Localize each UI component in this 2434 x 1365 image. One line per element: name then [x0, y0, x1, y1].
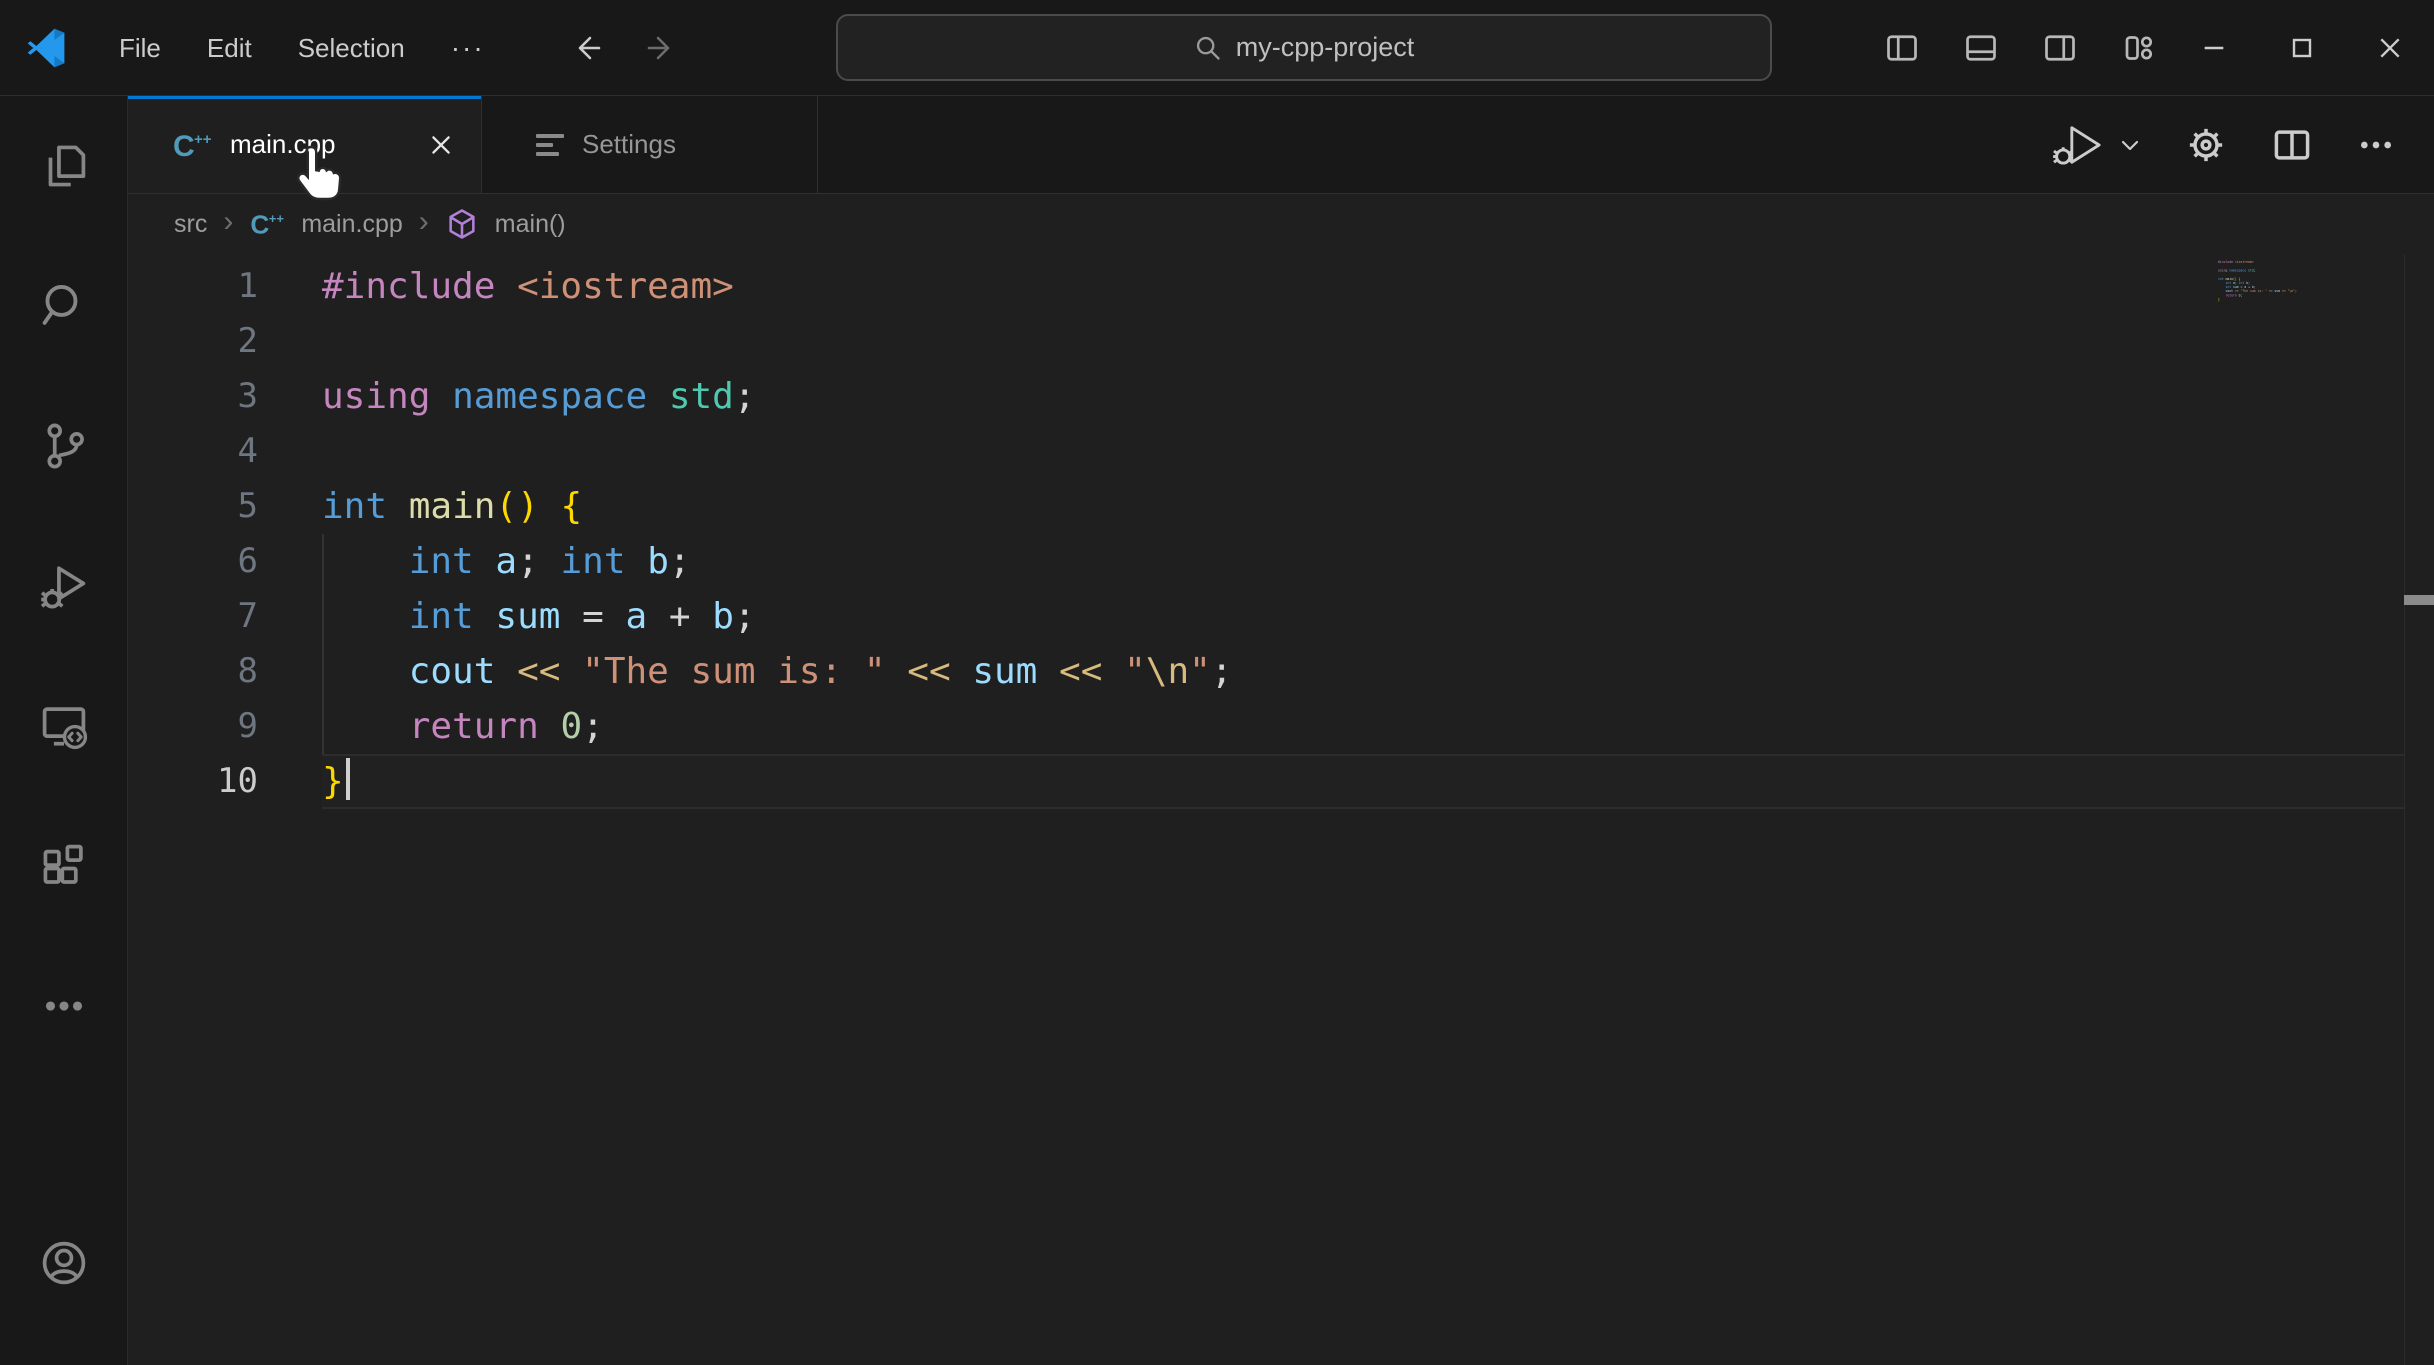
tab-settings[interactable]: Settings — [482, 96, 818, 193]
tab-label: Settings — [582, 129, 676, 159]
search-icon[interactable] — [36, 278, 92, 334]
line-number: 7 — [237, 596, 258, 636]
more-icon[interactable] — [36, 978, 92, 1034]
svg-text:C: C — [251, 210, 270, 238]
settings-list-icon — [536, 133, 564, 156]
tab-label: main.cpp — [230, 129, 336, 159]
tab-bar: C ++ main.cpp Settings — [128, 96, 2434, 194]
menu-overflow-icon[interactable]: ··· — [428, 0, 508, 96]
code-line-6[interactable]: 6 int a; int b; — [128, 534, 2434, 589]
code-line-1[interactable]: 1 #include <iostream> — [128, 259, 2434, 314]
forward-arrow-icon[interactable] — [644, 31, 678, 65]
code-line-10[interactable]: 10} — [128, 754, 2434, 809]
line-number: 5 — [237, 486, 258, 526]
svg-text:C: C — [173, 130, 195, 161]
vscode-window: File Edit Selection ··· my-cpp-project C… — [0, 0, 2434, 1365]
text-cursor — [345, 758, 350, 800]
tab-main-cpp[interactable]: C ++ main.cpp — [128, 96, 482, 193]
menu-selection[interactable]: Selection — [275, 0, 428, 96]
code-line-5[interactable]: 5 int main() { — [128, 479, 2434, 534]
breadcrumb-symbol[interactable]: main() — [495, 210, 566, 239]
chevron-down-icon — [2121, 140, 2139, 150]
code-line-8[interactable]: 8 cout << "The sum is: " << sum << "\n"; — [128, 644, 2434, 699]
search-value: my-cpp-project — [1235, 32, 1415, 62]
code-line-9[interactable]: 9 return 0; — [128, 699, 2434, 754]
code-line-3[interactable]: 3 using namespace std; — [128, 369, 2434, 424]
activity-bar — [0, 96, 128, 1365]
code-line-4[interactable]: 4 — [128, 424, 2434, 479]
line-number: 2 — [237, 321, 258, 361]
source-control-icon[interactable] — [36, 418, 92, 474]
menu-bar: File Edit Selection ··· — [96, 0, 508, 96]
breadcrumb: src › C ++ main.cpp › main() — [128, 194, 2434, 254]
code-lines: 1 #include <iostream> 2 3 using namespace st… — [128, 259, 2434, 809]
line-number: 6 — [237, 541, 258, 581]
close-button[interactable] — [2346, 0, 2434, 96]
menu-file[interactable]: File — [96, 0, 184, 96]
breadcrumb-file[interactable]: main.cpp — [301, 210, 402, 239]
overview-ruler[interactable] — [2404, 254, 2434, 1365]
tab-close-icon[interactable] — [427, 131, 455, 159]
split-editor-icon[interactable] — [2270, 123, 2314, 167]
title-bar: File Edit Selection ··· my-cpp-project — [0, 0, 2434, 96]
chevron-right-icon: › — [223, 205, 234, 238]
vscode-logo-icon — [26, 28, 66, 68]
line-number: 4 — [237, 431, 258, 471]
run-or-debug-button[interactable] — [2050, 122, 2142, 168]
toggle-primary-sidebar-icon[interactable] — [1884, 30, 1920, 66]
minimap[interactable]: #include <iostream> using namespace std; i… — [2218, 260, 2328, 310]
menu-edit[interactable]: Edit — [184, 0, 275, 96]
breadcrumb-folder[interactable]: src — [174, 210, 207, 239]
run-and-debug-icon[interactable] — [36, 558, 92, 614]
extensions-icon[interactable] — [36, 838, 92, 894]
code-editor[interactable]: 1 #include <iostream> 2 3 using namespace st… — [128, 254, 2434, 1365]
settings-gear-icon[interactable] — [2184, 123, 2228, 167]
remote-explorer-icon[interactable] — [36, 698, 92, 754]
svg-text:++: ++ — [194, 131, 212, 148]
back-arrow-icon[interactable] — [570, 31, 604, 65]
minimize-button[interactable] — [2170, 0, 2258, 96]
cpp-file-icon: C ++ — [172, 129, 212, 161]
line-number: 1 — [237, 266, 258, 306]
line-number: 3 — [237, 376, 258, 416]
customize-layout-icon[interactable] — [2121, 30, 2157, 66]
toggle-secondary-sidebar-icon[interactable] — [2042, 30, 2078, 66]
cursor-position-marker — [2404, 595, 2434, 605]
maximize-button[interactable] — [2258, 0, 2346, 96]
search-icon — [1196, 36, 1220, 60]
toggle-panel-icon[interactable] — [1963, 30, 1999, 66]
more-actions-icon[interactable] — [2356, 125, 2396, 165]
command-center-search[interactable]: my-cpp-project — [836, 14, 1772, 81]
line-number: 9 — [237, 706, 258, 746]
code-line-2[interactable]: 2 — [128, 314, 2434, 369]
svg-text:++: ++ — [269, 211, 285, 226]
code-line-7[interactable]: 7 int sum = a + b; — [128, 589, 2434, 644]
chevron-right-icon: › — [418, 205, 429, 238]
symbol-cube-icon — [445, 207, 479, 241]
line-number: 10 — [217, 761, 258, 801]
explorer-icon[interactable] — [36, 138, 92, 194]
cpp-file-icon: C ++ — [249, 210, 285, 238]
account-icon[interactable] — [36, 1235, 92, 1291]
line-number: 8 — [237, 651, 258, 691]
